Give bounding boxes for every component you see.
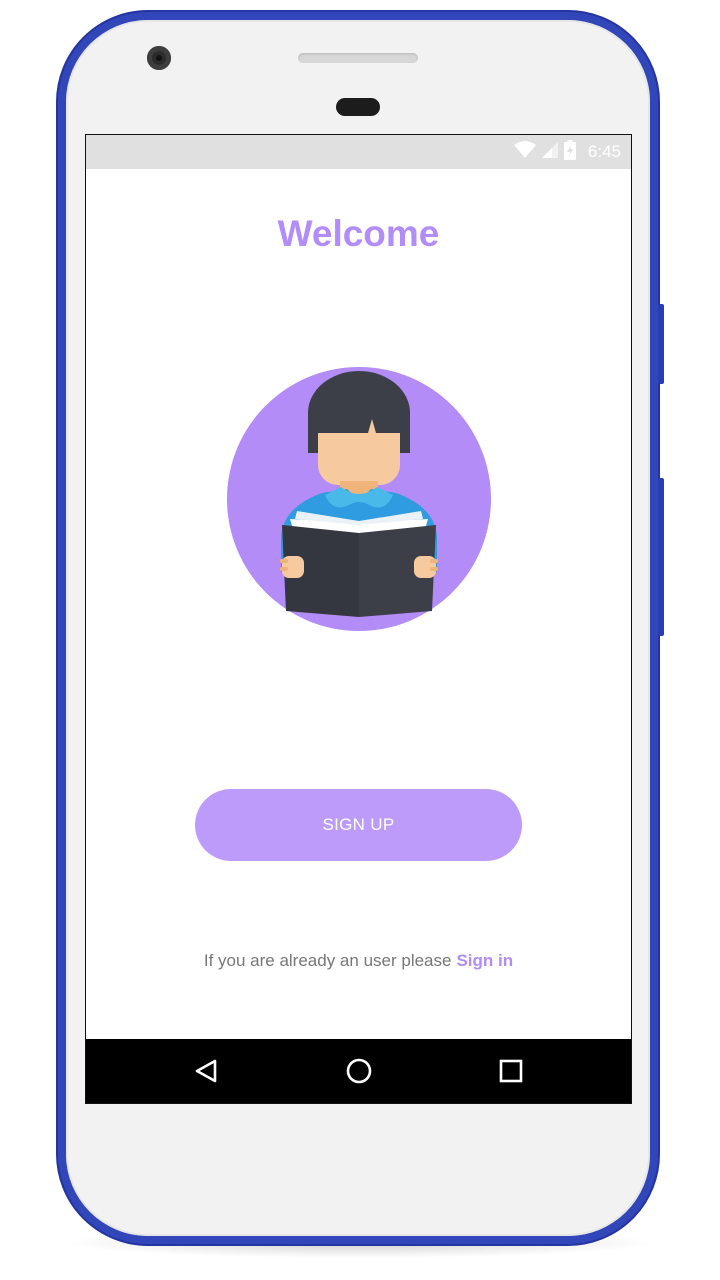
page-title: Welcome <box>277 213 440 254</box>
signup-button[interactable]: SIGN UP <box>195 789 522 861</box>
back-icon <box>195 1059 217 1083</box>
reading-person-icon <box>227 367 491 631</box>
back-button[interactable] <box>186 1051 226 1091</box>
home-button[interactable] <box>339 1051 379 1091</box>
recents-icon <box>499 1059 523 1083</box>
status-bar: 6:45 <box>86 135 631 169</box>
home-icon <box>346 1058 372 1084</box>
navigation-bar <box>86 1039 631 1103</box>
signin-prompt: If you are already an user please Sign in <box>86 951 631 971</box>
signin-link[interactable]: Sign in <box>456 951 513 970</box>
app-screen: 6:45 Welcome SIGN UP If you are already … <box>85 134 632 1104</box>
recents-button[interactable] <box>491 1051 531 1091</box>
power-button <box>658 304 664 384</box>
earpiece-speaker <box>298 53 418 63</box>
status-time: 6:45 <box>587 142 621 161</box>
signin-prompt-text: If you are already an user please <box>203 951 452 970</box>
proximity-sensor <box>336 98 380 116</box>
welcome-content: Welcome SIGN UP If you are already an us… <box>86 169 631 1039</box>
volume-button <box>658 478 664 636</box>
battery-charging-icon <box>563 139 576 165</box>
front-camera <box>147 46 171 70</box>
signal-icon <box>541 141 558 163</box>
device-mockup: 6:45 Welcome SIGN UP If you are already … <box>0 0 720 1280</box>
wifi-icon <box>513 140 536 164</box>
status-icons: 6:45 <box>513 135 621 169</box>
